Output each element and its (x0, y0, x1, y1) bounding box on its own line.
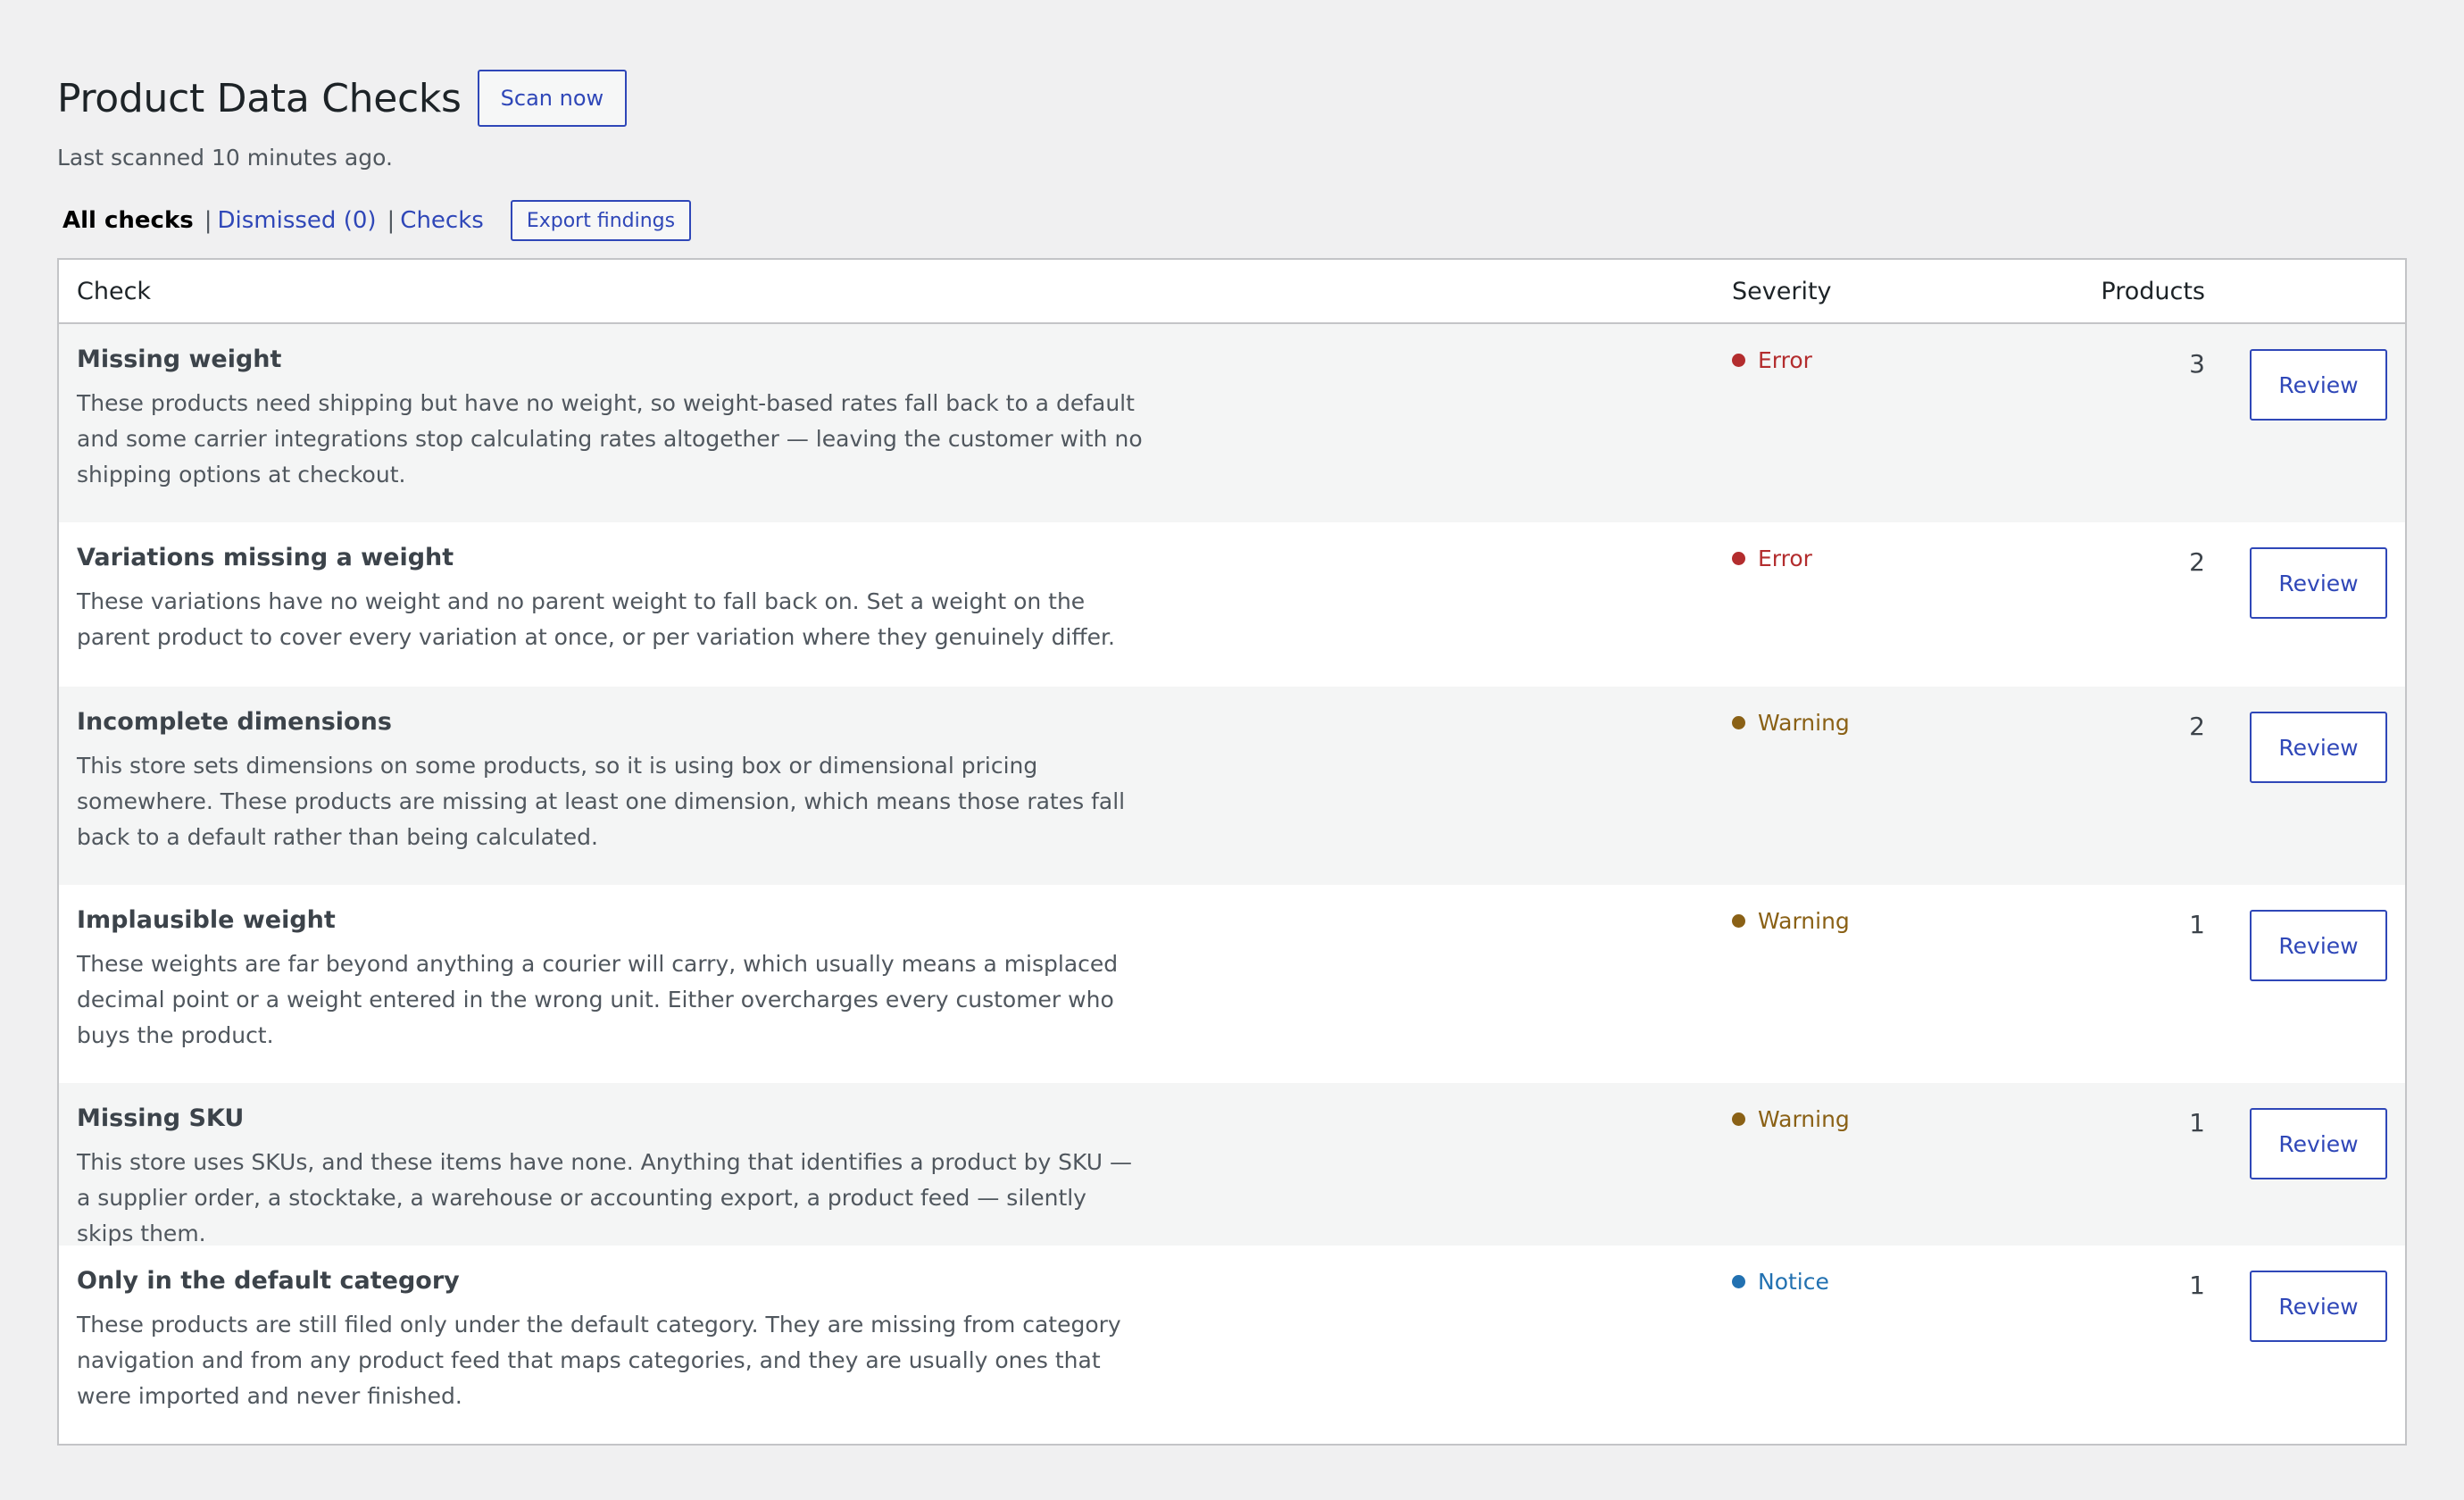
review-button[interactable]: Review (2250, 910, 2387, 981)
table-row: Missing weight These products need shipp… (59, 324, 2405, 522)
severity-dot-icon (1732, 354, 1745, 367)
product-count: 1 (2189, 1108, 2205, 1138)
column-header-check: Check (77, 277, 152, 305)
nav-separator: | (387, 207, 395, 234)
page-title: Product Data Checks (57, 75, 462, 121)
nav-dismissed-link[interactable]: Dismissed (0) (218, 207, 377, 234)
severity-dot-icon (1732, 914, 1745, 928)
review-button[interactable]: Review (2250, 547, 2387, 619)
check-description: This store sets dimensions on some produ… (77, 753, 1126, 850)
severity-label: Warning (1758, 710, 1850, 736)
nav-separator: | (204, 207, 212, 234)
export-findings-button[interactable]: Export findings (510, 200, 692, 241)
check-title: Missing SKU (77, 1104, 245, 1132)
severity-label: Warning (1758, 908, 1850, 934)
review-button[interactable]: Review (2250, 349, 2387, 421)
table-row: Variations missing a weight These variat… (59, 522, 2405, 687)
check-title: Missing weight (77, 346, 282, 373)
table-row: Missing SKU This store uses SKUs, and th… (59, 1083, 2405, 1246)
check-title: Incomplete dimensions (77, 708, 392, 736)
product-count: 2 (2189, 547, 2205, 577)
check-title: Variations missing a weight (77, 544, 454, 571)
table-row: Incomplete dimensions This store sets di… (59, 687, 2405, 885)
title-row: Product Data Checks Scan now (57, 70, 2407, 127)
check-description: These products are still filed only unde… (77, 1312, 1121, 1409)
severity-badge: Error (1732, 347, 2027, 373)
severity-label: Error (1758, 347, 1812, 373)
product-count: 3 (2189, 349, 2205, 379)
last-scanned-text: Last scanned 10 minutes ago. (57, 145, 393, 171)
table-header: Check Severity Products (59, 260, 2405, 324)
severity-dot-icon (1732, 1275, 1745, 1288)
check-description: These variations have no weight and no p… (77, 588, 1115, 650)
review-button[interactable]: Review (2250, 712, 2387, 783)
product-count: 1 (2189, 1271, 2205, 1300)
severity-label: Error (1758, 546, 1812, 571)
check-description: This store uses SKUs, and these items ha… (77, 1149, 1133, 1246)
severity-label: Notice (1758, 1269, 1829, 1295)
check-title: Only in the default category (77, 1267, 460, 1295)
check-description: These products need shipping but have no… (77, 390, 1143, 488)
severity-dot-icon (1732, 1112, 1745, 1126)
severity-badge: Notice (1732, 1269, 2027, 1295)
severity-dot-icon (1732, 552, 1745, 565)
nav-all-checks[interactable]: All checks (62, 207, 194, 234)
product-count: 2 (2189, 712, 2205, 741)
check-title: Implausible weight (77, 906, 336, 934)
column-header-products: Products (2101, 277, 2205, 305)
scan-now-button[interactable]: Scan now (477, 70, 628, 127)
nav-checks-link[interactable]: Checks (400, 207, 484, 234)
review-button[interactable]: Review (2250, 1271, 2387, 1342)
page-wrap: Product Data Checks Scan now Last scanne… (57, 70, 2407, 1446)
subsubsub-nav: All checks | Dismissed (0) | Checks Expo… (57, 199, 2407, 242)
severity-dot-icon (1732, 716, 1745, 729)
severity-badge: Warning (1732, 710, 2027, 736)
check-description: These weights are far beyond anything a … (77, 951, 1119, 1048)
table-row: Implausible weight These weights are far… (59, 885, 2405, 1083)
review-button[interactable]: Review (2250, 1108, 2387, 1179)
severity-badge: Warning (1732, 1106, 2027, 1132)
severity-label: Warning (1758, 1106, 1850, 1132)
severity-badge: Warning (1732, 908, 2027, 934)
checks-table: Check Severity Products Missing weight T… (57, 258, 2407, 1446)
severity-badge: Error (1732, 546, 2027, 571)
product-count: 1 (2189, 910, 2205, 939)
table-row: Only in the default category These produ… (59, 1246, 2405, 1444)
column-header-severity: Severity (1732, 277, 1832, 305)
